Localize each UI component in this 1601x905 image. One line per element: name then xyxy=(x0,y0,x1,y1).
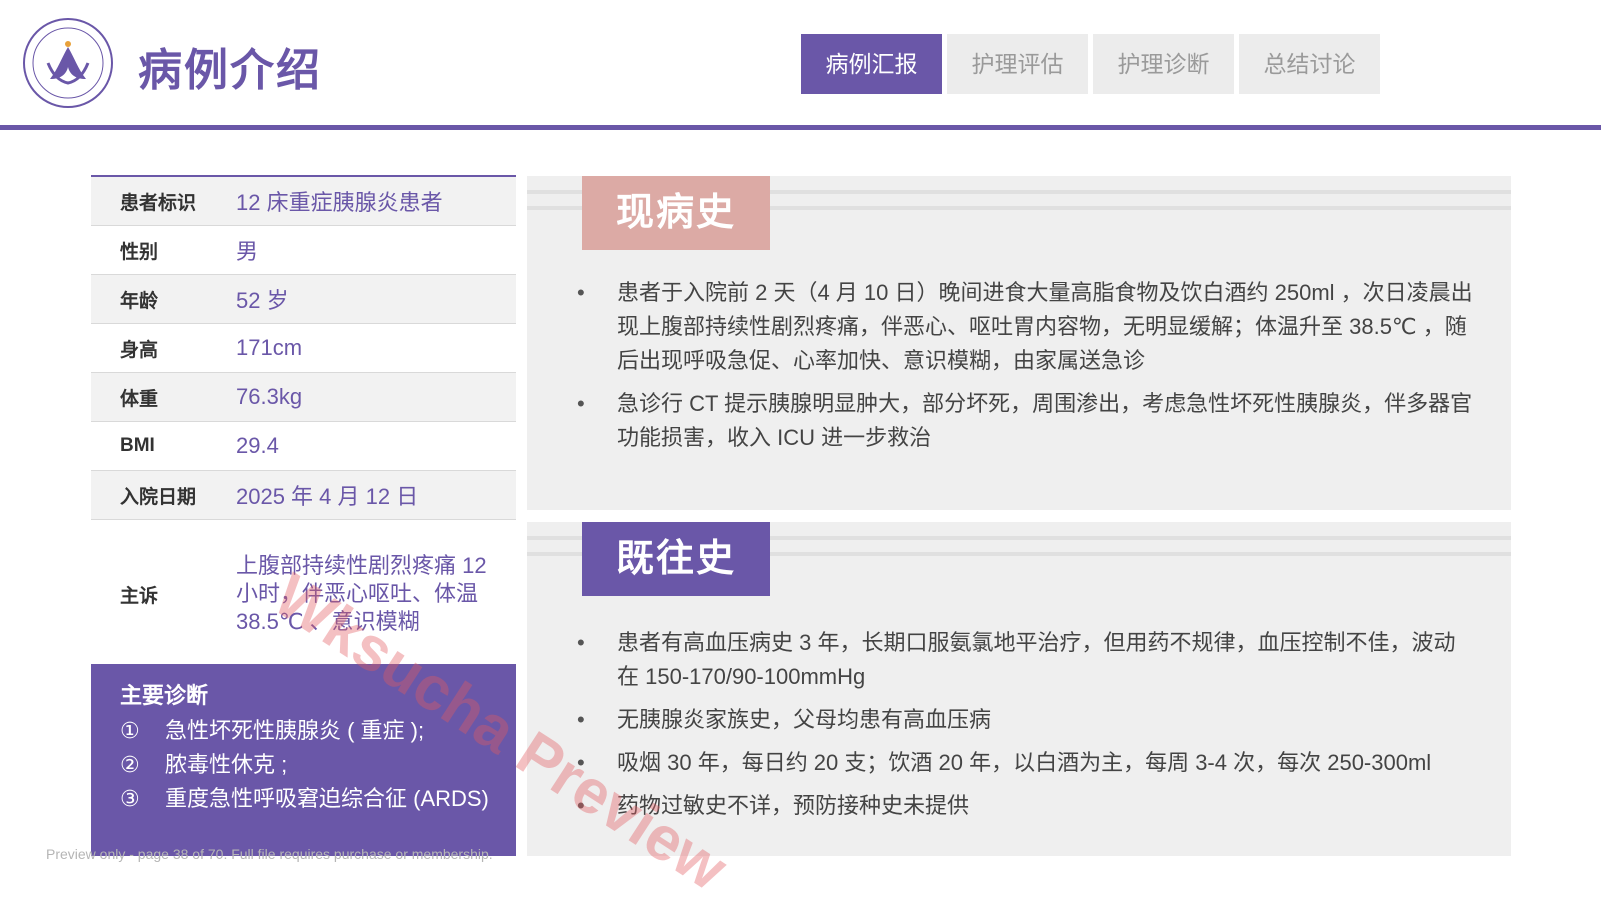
list-item: 患者有高血压病史 3 年，长期口服氨氯地平治疗，但用药不规律，血压控制不佳，波动… xyxy=(577,626,1477,694)
row-value: 12 床重症胰腺炎患者 xyxy=(236,190,443,215)
list-item: ① 急性坏死性胰腺炎 ( 重症 ); xyxy=(120,714,516,748)
item-number: ① xyxy=(120,718,140,743)
patient-info-table: 患者标识 12 床重症胰腺炎患者 性别 男 年龄 52 岁 身高 171cm 体… xyxy=(91,175,516,669)
page-title: 病例介绍 xyxy=(138,46,322,95)
tab-case-report[interactable]: 病例汇报 xyxy=(801,34,942,94)
present-history-list: 患者于入院前 2 天（4 月 10 日）晚间进食大量高脂食物及饮白酒约 250m… xyxy=(577,276,1477,464)
row-label: 入院日期 xyxy=(120,486,197,508)
footer-note: Preview only - page 38 of 70. Full file … xyxy=(46,846,493,862)
item-number: ③ xyxy=(120,786,140,811)
row-value: 52 岁 xyxy=(236,288,289,313)
row-label: 体重 xyxy=(120,388,159,410)
list-item: 吸烟 30 年，每日约 20 支；饮酒 20 年，以白酒为主，每周 3-4 次，… xyxy=(577,746,1477,780)
list-item: ② 脓毒性休克 ; xyxy=(120,748,516,782)
row-value: 男 xyxy=(236,239,259,264)
item-text: 急性坏死性胰腺炎 ( 重症 ); xyxy=(165,718,425,743)
present-history-panel: 现病史 患者于入院前 2 天（4 月 10 日）晚间进食大量高脂食物及饮白酒约 … xyxy=(527,176,1511,510)
row-label: 性别 xyxy=(120,241,159,263)
list-item: 患者于入院前 2 天（4 月 10 日）晚间进食大量高脂食物及饮白酒约 250m… xyxy=(577,276,1477,378)
main-diagnosis-box: 主要诊断 ① 急性坏死性胰腺炎 ( 重症 ); ② 脓毒性休克 ; ③ 重度急性… xyxy=(91,664,516,856)
list-item: ③ 重度急性呼吸窘迫综合征 (ARDS) xyxy=(120,782,516,816)
row-value: 2025 年 4 月 12 日 xyxy=(236,484,419,509)
row-label: 主诉 xyxy=(120,585,159,607)
past-history-panel: 既往史 患者有高血压病史 3 年，长期口服氨氯地平治疗，但用药不规律，血压控制不… xyxy=(527,522,1511,856)
row-value: 29.4 xyxy=(236,433,279,458)
tab-nursing-diagnosis[interactable]: 护理诊断 xyxy=(1093,34,1234,94)
row-label: 年龄 xyxy=(120,290,159,312)
present-history-title: 现病史 xyxy=(582,176,770,250)
list-item: 急诊行 CT 提示胰腺明显肿大，部分坏死，周围渗出，考虑急性坏死性胰腺炎，伴多器… xyxy=(577,387,1477,455)
table-row: 患者标识 12 床重症胰腺炎患者 xyxy=(91,177,516,226)
row-label: BMI xyxy=(120,435,155,456)
table-row: 体重 76.3kg xyxy=(91,373,516,422)
header-divider xyxy=(0,125,1601,130)
list-item: 无胰腺炎家族史，父母均患有高血压病 xyxy=(577,703,1477,737)
row-label: 身高 xyxy=(120,339,159,361)
header: 病例介绍 病例汇报 护理评估 护理诊断 总结讨论 xyxy=(0,0,1601,130)
diagnosis-title: 主要诊断 xyxy=(120,683,209,708)
item-number: ② xyxy=(120,752,140,777)
row-value: 171cm xyxy=(236,335,303,360)
table-row: 年龄 52 岁 xyxy=(91,275,516,324)
item-text: 脓毒性休克 ; xyxy=(165,752,288,777)
tab-nursing-assessment[interactable]: 护理评估 xyxy=(947,34,1088,94)
past-history-title: 既往史 xyxy=(582,522,770,596)
row-label: 患者标识 xyxy=(120,192,197,214)
row-value: 上腹部持续性剧烈疼痛 12 小时，伴恶心呕吐、体温 38.5℃ 、意识模糊 xyxy=(236,553,487,634)
nav-tabs: 病例汇报 护理评估 护理诊断 总结讨论 xyxy=(801,34,1380,94)
tab-summary-discussion[interactable]: 总结讨论 xyxy=(1239,34,1380,94)
table-row: 入院日期 2025 年 4 月 12 日 xyxy=(91,471,516,520)
list-item: 药物过敏史不详，预防接种史未提供 xyxy=(577,789,1477,823)
table-row: 性别 男 xyxy=(91,226,516,275)
table-row: 主诉 上腹部持续性剧烈疼痛 12 小时，伴恶心呕吐、体温 38.5℃ 、意识模糊 xyxy=(91,520,516,669)
table-row: BMI 29.4 xyxy=(91,422,516,471)
item-text: 重度急性呼吸窘迫综合征 (ARDS) xyxy=(165,786,489,811)
past-history-list: 患者有高血压病史 3 年，长期口服氨氯地平治疗，但用药不规律，血压控制不佳，波动… xyxy=(577,626,1477,832)
table-row: 身高 171cm xyxy=(91,324,516,373)
hospital-logo-icon xyxy=(23,18,113,108)
row-value: 76.3kg xyxy=(236,384,303,409)
